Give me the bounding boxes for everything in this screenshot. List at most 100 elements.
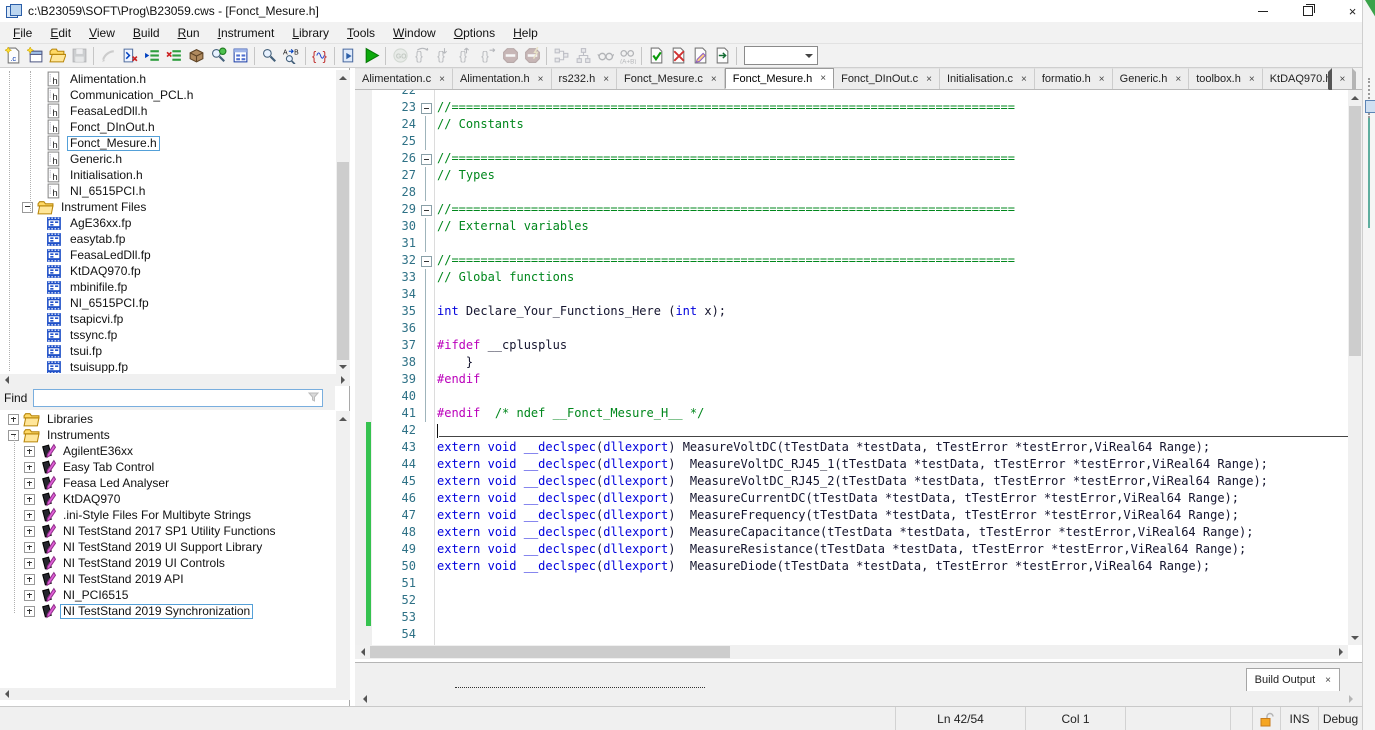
tab-scroll-right-button[interactable] <box>1352 72 1357 90</box>
library-item-feasa-led-analyser[interactable]: Feasa Led Analyser <box>0 475 335 491</box>
project-item-communication-pcl-h[interactable]: hCommunication_PCL.h <box>0 87 335 103</box>
editor-tab-alimentation-c[interactable]: Alimentation.c× <box>355 68 453 89</box>
include-in-build-icon[interactable] <box>141 45 163 66</box>
menu-instrument[interactable]: Instrument <box>209 24 284 42</box>
chevron-down-icon[interactable] <box>802 48 816 63</box>
editor-tab-initialisation-c[interactable]: Initialisation.c× <box>940 68 1035 89</box>
code-line-54[interactable]: 54 <box>355 626 1348 643</box>
code-line-49[interactable]: 49extern void __declspec(dllexport) Meas… <box>355 541 1348 558</box>
library-item-ni-teststand-2017-sp1-utility-functions[interactable]: NI TestStand 2017 SP1 Utility Functions <box>0 523 335 539</box>
minimize-button[interactable] <box>1240 0 1285 22</box>
source-editor[interactable]: 2223//==================================… <box>355 90 1348 645</box>
project-item-ktdaq970-fp[interactable]: KtDAQ970.fp <box>0 263 335 279</box>
editor-tab-toolbox-h[interactable]: toolbox.h× <box>1189 68 1263 89</box>
project-item-ni-6515pci-h[interactable]: hNI_6515PCI.h <box>0 183 335 199</box>
build-output-tab[interactable]: Build Output× <box>1246 668 1340 691</box>
project-item-alimentation-h[interactable]: hAlimentation.h <box>0 71 335 87</box>
code-line-36[interactable]: 36 <box>355 320 1348 337</box>
find-input[interactable] <box>33 389 323 407</box>
library-item-ni-teststand-2019-synchronization[interactable]: NI TestStand 2019 Synchronization <box>0 603 335 619</box>
code-line-52[interactable]: 52 <box>355 592 1348 609</box>
workspace-window-icon[interactable] <box>229 45 251 66</box>
library-item--ini-style-files-for-multibyte-strings[interactable]: .ini-Style Files For Multibyte Strings <box>0 507 335 523</box>
expand-icon[interactable] <box>24 510 35 521</box>
library-item-ni-pci6515[interactable]: NI_PCI6515 <box>0 587 335 603</box>
check-marked-icon[interactable] <box>645 45 667 66</box>
remove-marked-icon[interactable] <box>667 45 689 66</box>
create-distribution-icon[interactable] <box>185 45 207 66</box>
expand-icon[interactable] <box>24 574 35 585</box>
editor-vscrollbar[interactable] <box>1348 90 1362 645</box>
editor-tab-fonct-dinout-c[interactable]: Fonct_DInOut.c× <box>834 68 940 89</box>
code-line-30[interactable]: 30// External variables <box>355 218 1348 235</box>
menu-build[interactable]: Build <box>124 24 169 42</box>
run-to-cursor-icon[interactable]: {} <box>477 45 499 66</box>
code-line-31[interactable]: 31 <box>355 235 1348 252</box>
code-line-33[interactable]: 33// Global functions <box>355 269 1348 286</box>
editor-tab-formatio-h[interactable]: formatio.h× <box>1035 68 1113 89</box>
replace-icon[interactable]: AB <box>280 45 302 66</box>
editor-tab-alimentation-h[interactable]: Alimentation.h× <box>453 68 552 89</box>
code-line-42[interactable]: 42 <box>355 422 1348 439</box>
fold-collapse-icon[interactable] <box>421 256 432 267</box>
tab-close-icon[interactable]: × <box>820 73 826 84</box>
expand-icon[interactable] <box>24 494 35 505</box>
code-line-47[interactable]: 47extern void __declspec(dllexport) Meas… <box>355 507 1348 524</box>
library-item-instruments[interactable]: Instruments <box>0 427 335 443</box>
project-item-mbinifile-fp[interactable]: mbinifile.fp <box>0 279 335 295</box>
editor-tab-rs232-h[interactable]: rs232.h× <box>552 68 618 89</box>
project-item-tssync-fp[interactable]: tssync.fp <box>0 327 335 343</box>
open-file-icon[interactable] <box>46 45 68 66</box>
editor-hscrollbar[interactable] <box>355 645 1348 659</box>
code-line-50[interactable]: 50extern void __declspec(dllexport) Meas… <box>355 558 1348 575</box>
code-line-35[interactable]: 35int Declare_Your_Functions_Here (int x… <box>355 303 1348 320</box>
toolbar-combobox[interactable] <box>744 46 818 65</box>
step-over-icon[interactable]: {} <box>411 45 433 66</box>
code-line-51[interactable]: 51 <box>355 575 1348 592</box>
terminate-execution-icon[interactable] <box>499 45 521 66</box>
output-scroll-right[interactable] <box>1344 693 1358 705</box>
menu-edit[interactable]: Edit <box>41 24 80 42</box>
menu-options[interactable]: Options <box>445 24 504 42</box>
tab-close-icon[interactable]: × <box>711 74 717 85</box>
code-line-45[interactable]: 45extern void __declspec(dllexport) Meas… <box>355 473 1348 490</box>
code-line-34[interactable]: 34 <box>355 286 1348 303</box>
library-item-agilente36xx[interactable]: AgilentE36xx <box>0 443 335 459</box>
expand-icon[interactable] <box>24 606 35 617</box>
project-item-tsapicvi-fp[interactable]: tsapicvi.fp <box>0 311 335 327</box>
project-item-feasaleddll-h[interactable]: hFeasaLedDll.h <box>0 103 335 119</box>
editor-tab-fonct-mesure-c[interactable]: Fonct_Mesure.c× <box>617 68 725 89</box>
code-line-43[interactable]: 43extern void __declspec(dllexport) Meas… <box>355 439 1348 456</box>
project-item-easytab-fp[interactable]: easytab.fp <box>0 231 335 247</box>
expand-icon[interactable] <box>8 414 19 425</box>
expand-icon[interactable] <box>24 446 35 457</box>
menu-help[interactable]: Help <box>504 24 547 42</box>
project-item-initialisation-h[interactable]: hInitialisation.h <box>0 167 335 183</box>
run-project-icon[interactable] <box>360 45 382 66</box>
library-tree-hscrollbar[interactable] <box>0 688 350 700</box>
tab-close-icon[interactable]: × <box>1099 74 1105 85</box>
select-run-file-icon[interactable] <box>338 45 360 66</box>
code-line-48[interactable]: 48extern void __declspec(dllexport) Meas… <box>355 524 1348 541</box>
tab-close-icon[interactable]: × <box>926 74 932 85</box>
tab-scroll-left-button[interactable] <box>1327 72 1332 90</box>
filter-funnel-icon[interactable] <box>308 391 319 405</box>
tab-close-icon[interactable]: × <box>1175 74 1181 85</box>
restore-button[interactable] <box>1285 0 1330 22</box>
fold-collapse-icon[interactable] <box>421 154 432 165</box>
build-output-close-icon[interactable]: × <box>1325 675 1331 686</box>
menu-file[interactable]: File <box>4 24 41 42</box>
edit-marked-icon[interactable] <box>689 45 711 66</box>
tab-close-icon[interactable]: × <box>1021 74 1027 85</box>
code-line-23[interactable]: 23//====================================… <box>355 99 1348 116</box>
project-item-generic-h[interactable]: hGeneric.h <box>0 151 335 167</box>
library-item-ni-teststand-2019-api[interactable]: NI TestStand 2019 API <box>0 571 335 587</box>
new-panel-icon[interactable] <box>24 45 46 66</box>
exclude-from-build-icon[interactable] <box>163 45 185 66</box>
project-item-instrument-files[interactable]: Instrument Files <box>0 199 335 215</box>
library-item-libraries[interactable]: Libraries <box>0 411 335 427</box>
code-line-24[interactable]: 24// Constants <box>355 116 1348 133</box>
step-into-icon[interactable]: {} <box>433 45 455 66</box>
new-source-file-icon[interactable]: .c <box>2 45 24 66</box>
menu-run[interactable]: Run <box>169 24 209 42</box>
